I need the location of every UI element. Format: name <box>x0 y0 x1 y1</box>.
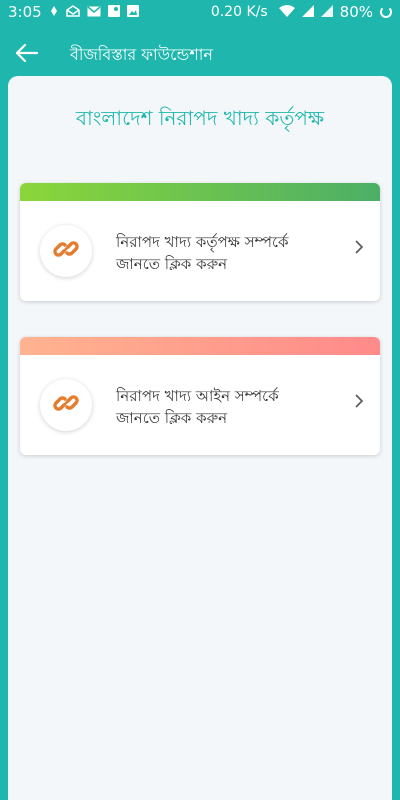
link-icon <box>52 235 80 267</box>
card-header-strip <box>20 337 380 355</box>
link-icon-circle <box>40 379 92 431</box>
card-text: নিরাপদ খাদ্য আইন সম্পর্কে জানতে ক্লিক কর… <box>116 385 341 429</box>
chevron-right-icon <box>354 393 364 408</box>
mail-open-icon <box>65 5 80 19</box>
link-icon <box>52 389 80 421</box>
back-button[interactable] <box>0 29 52 81</box>
gmail-icon <box>87 5 101 19</box>
card-text-line-1: নিরাপদ খাদ্য আইন সম্পর্কে <box>116 387 279 405</box>
card-text: নিরাপদ খাদ্য কর্তৃপক্ষ সম্পর্কে জানতে ক্… <box>116 231 341 275</box>
wifi-icon <box>278 5 295 19</box>
status-left: 3:05 <box>8 3 139 21</box>
page-title: বাংলাদেশ নিরাপদ খাদ্য কর্তৃপক্ষ <box>75 106 325 130</box>
status-right: 0.20 K/s 80% <box>211 3 392 21</box>
card-food-authority[interactable]: নিরাপদ খাদ্য কর্তৃপক্ষ সম্পর্কে জানতে ক্… <box>20 183 380 301</box>
chevron-right-icon <box>354 239 364 254</box>
card-food-law[interactable]: নিরাপদ খাদ্য আইন সম্পর্কে জানতে ক্লিক কর… <box>20 337 380 455</box>
status-time: 3:05 <box>8 3 42 21</box>
cell-signal-2-icon <box>320 5 333 19</box>
cell-signal-icon <box>301 5 314 19</box>
card-text-line-1: নিরাপদ খাদ্য কর্তৃপক্ষ সম্পর্কে <box>116 233 289 251</box>
network-speed: 0.20 K/s <box>210 4 268 20</box>
map-icon <box>107 5 120 19</box>
card-text-line-2: জানতে ক্লিক করুন <box>116 255 228 273</box>
image-icon <box>126 5 139 19</box>
link-icon-circle <box>40 225 92 277</box>
card-text-line-2: জানতে ক্লিক করুন <box>116 409 228 427</box>
status-bar: 3:05 0.20 K/s 80% <box>0 0 400 24</box>
content-panel: বাংলাদেশ নিরাপদ খাদ্য কর্তৃপক্ষ নিরাপদ খ… <box>8 76 392 800</box>
arrow-left-icon <box>14 43 39 67</box>
app-title: বীজবিস্তার ফাউন্ডেশান <box>70 44 213 64</box>
battery-charging-icon <box>380 6 392 18</box>
card-header-strip <box>20 183 380 201</box>
battery-percent: 80% <box>339 3 373 21</box>
signal-notification-icon <box>49 5 59 19</box>
